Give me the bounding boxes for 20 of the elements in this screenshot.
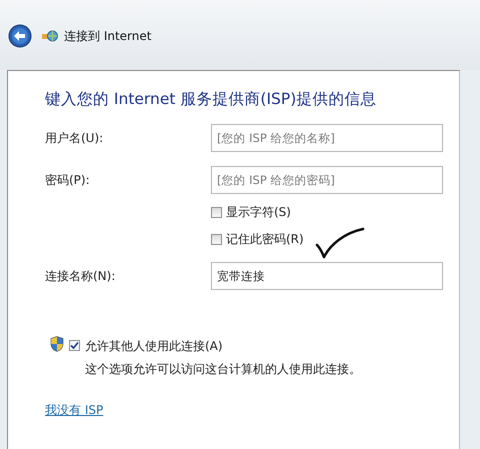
checkbox[interactable]	[211, 207, 222, 218]
description-text: 这个选项允许可以访问这台计算机的人使用此连接。	[85, 361, 361, 378]
page-heading: 键入您的 Internet 服务提供商(ISP)提供的信息	[45, 89, 378, 110]
checkbox[interactable]	[211, 234, 222, 245]
back-button[interactable]	[8, 24, 32, 48]
checkbox-label: 记住此密码(R)	[226, 231, 304, 248]
window-title: 连接到 Internet	[64, 28, 152, 44]
network-icon	[42, 29, 58, 43]
checkbox[interactable]	[69, 340, 80, 351]
field-label: 用户名(U):	[45, 130, 104, 146]
no-isp-link[interactable]: 我没有 ISP	[45, 402, 104, 419]
shield-icon	[50, 336, 64, 352]
handwritten-check-drawing	[315, 227, 365, 259]
field-label: 连接名称(N):	[45, 268, 116, 284]
checkbox-label: 允许其他人使用此连接(A)	[85, 338, 224, 355]
checkbox-label: 显示字符(S)	[226, 204, 291, 221]
input-field[interactable]: [您的 ISP 给您的密码]	[211, 166, 443, 194]
input-field[interactable]: [您的 ISP 给您的名称]	[211, 124, 443, 152]
field-label: 密码(P):	[45, 172, 91, 188]
input-field[interactable]: 宽带连接	[211, 262, 443, 290]
